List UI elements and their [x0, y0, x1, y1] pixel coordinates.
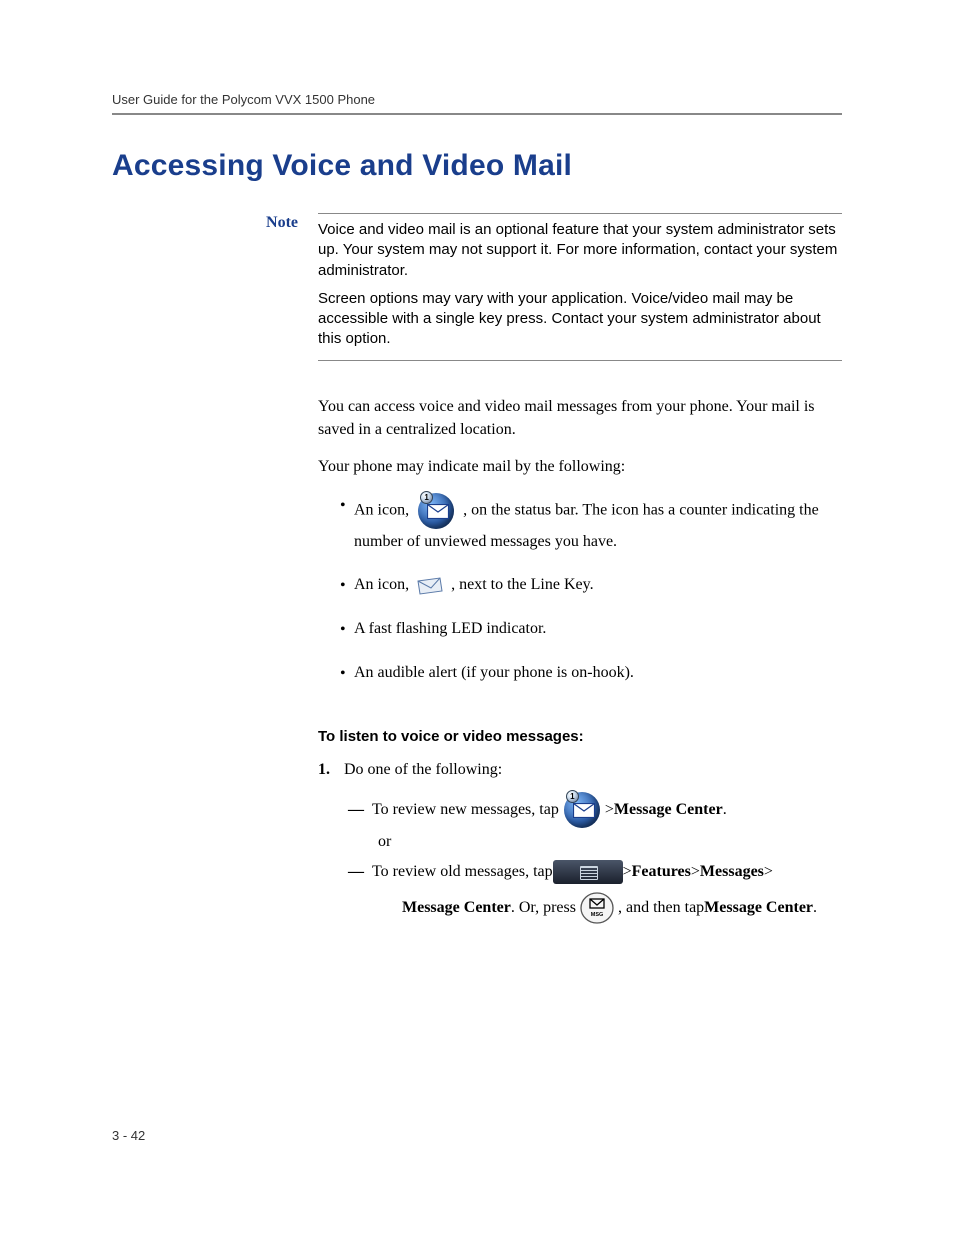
text-frag: An icon,	[354, 576, 413, 593]
menu-softkey-icon	[553, 860, 623, 884]
header-divider	[112, 113, 842, 115]
bullet-text: An audible alert (if your phone is on-ho…	[354, 661, 842, 685]
procedure-subhead: To listen to voice or video messages:	[318, 728, 842, 745]
text-frag: , next to the Line Key.	[451, 576, 593, 593]
body-paragraph-2: Your phone may indicate mail by the foll…	[318, 455, 842, 478]
dash-item-2-continued: Message Center . Or, press MSG , and the…	[402, 889, 842, 924]
mail-statusbar-icon: 1	[416, 492, 456, 530]
dash-list: — To review new messages, tap 1 > Messag…	[348, 791, 842, 925]
body-paragraph-1: You can access voice and video mail mess…	[318, 395, 842, 441]
text-frag: .	[723, 792, 727, 827]
bullet-text: A fast flashing LED indicator.	[354, 617, 842, 641]
text-frag: . Or, press	[511, 890, 576, 925]
step-number: 1.	[318, 757, 344, 783]
text-frag: >	[764, 854, 773, 889]
step-text: Do one of the following:	[344, 757, 502, 783]
running-header: User Guide for the Polycom VVX 1500 Phon…	[112, 92, 842, 107]
mail-statusbar-icon: 1	[562, 791, 602, 829]
messages-label: Messages	[700, 854, 764, 889]
or-separator: or	[378, 829, 842, 855]
text-frag: To review new messages, tap	[372, 792, 559, 827]
bullet-marker: •	[340, 572, 354, 598]
text-frag: An icon,	[354, 502, 413, 519]
step-1: 1. Do one of the following:	[318, 757, 842, 783]
bullet-item-4: • An audible alert (if your phone is on-…	[340, 660, 842, 686]
text-frag: >	[623, 854, 632, 889]
bullet-text: An icon, 1 , on the status bar. The icon…	[354, 492, 842, 554]
bullet-item-2: • An icon, , next to the Line Key.	[340, 572, 842, 598]
msg-hardkey-icon: MSG	[579, 889, 615, 924]
text-frag: >	[691, 854, 700, 889]
features-label: Features	[632, 854, 691, 889]
mail-badge-count: 1	[566, 790, 579, 803]
note-paragraph-1: Voice and video mail is an optional feat…	[318, 220, 842, 281]
bullet-list: • An icon, 1 , on the status bar. The ic…	[340, 492, 842, 686]
note-label: Note	[112, 213, 318, 361]
message-center-label: Message Center	[614, 792, 723, 827]
bullet-marker: •	[340, 616, 354, 642]
dash-marker: —	[348, 792, 372, 827]
text-frag: , and then tap	[618, 890, 704, 925]
text-frag: To review old messages, tap	[372, 854, 553, 889]
dash-item-2: — To review old messages, tap > Features…	[348, 854, 842, 889]
message-center-label: Message Center	[402, 890, 511, 925]
page-title: Accessing Voice and Video Mail	[112, 149, 842, 183]
bullet-item-3: • A fast flashing LED indicator.	[340, 616, 842, 642]
dash-marker: —	[348, 854, 372, 889]
message-center-label: Message Center	[704, 890, 813, 925]
bullet-marker: •	[340, 660, 354, 686]
mail-linekey-icon	[416, 573, 444, 597]
bullet-marker: •	[340, 492, 354, 518]
bullet-text: An icon, , next to the Line Key.	[354, 573, 842, 597]
text-frag: .	[813, 890, 817, 925]
page-number: 3 - 42	[112, 1128, 145, 1143]
text-frag: >	[605, 792, 614, 827]
svg-text:MSG: MSG	[591, 912, 604, 918]
note-block: Note Voice and video mail is an optional…	[112, 213, 842, 361]
body-column: You can access voice and video mail mess…	[318, 395, 842, 925]
numbered-list: 1. Do one of the following: — To review …	[318, 757, 842, 925]
dash-item-1: — To review new messages, tap 1 > Messag…	[348, 791, 842, 829]
document-page: User Guide for the Polycom VVX 1500 Phon…	[0, 0, 954, 1235]
bullet-item-1: • An icon, 1 , on the status bar. The ic…	[340, 492, 842, 554]
note-paragraph-2: Screen options may vary with your applic…	[318, 289, 842, 350]
note-body: Voice and video mail is an optional feat…	[318, 213, 842, 361]
